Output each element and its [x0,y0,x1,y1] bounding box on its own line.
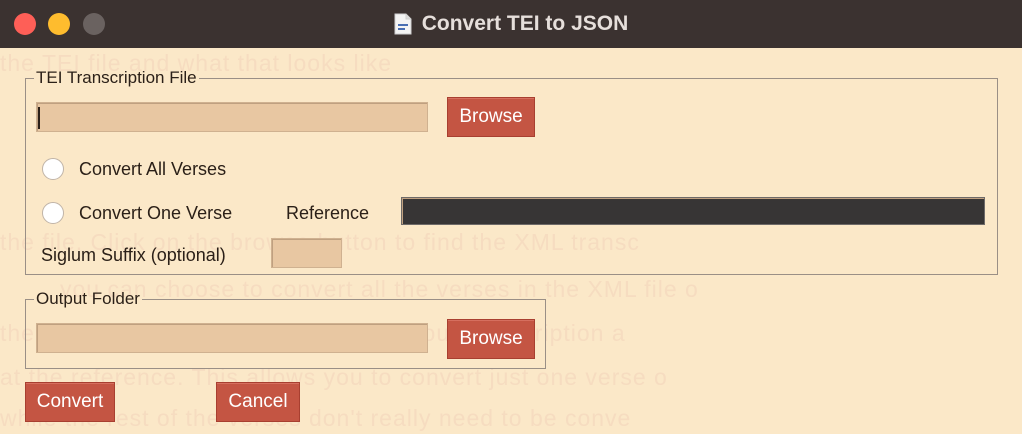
convert-one-verse-radio[interactable] [42,202,64,224]
tei-file-group-legend: TEI Transcription File [36,68,197,87]
tei-browse-button[interactable]: Browse [447,97,535,137]
convert-all-verses-label: Convert All Verses [79,159,227,179]
output-browse-button[interactable]: Browse [447,319,535,359]
window-title: Convert TEI to JSON [421,12,629,35]
text-caret [38,107,40,129]
document-icon [394,13,412,35]
output-folder-input[interactable] [36,323,428,353]
convert-all-verses-radio[interactable] [42,158,64,180]
tei-file-input[interactable] [36,102,428,132]
title-bar: Convert TEI to JSON [0,0,1022,48]
siglum-suffix-input[interactable] [271,238,342,268]
window-title-group: Convert TEI to JSON [0,0,1022,48]
reference-input[interactable] [401,197,985,225]
reference-label: Reference [286,203,370,223]
convert-button[interactable]: Convert [25,382,115,422]
convert-one-verse-label: Convert One Verse [79,203,233,223]
output-folder-group-legend: Output Folder [36,289,140,308]
siglum-suffix-label: Siglum Suffix (optional) [41,245,226,265]
cancel-button[interactable]: Cancel [216,382,300,422]
